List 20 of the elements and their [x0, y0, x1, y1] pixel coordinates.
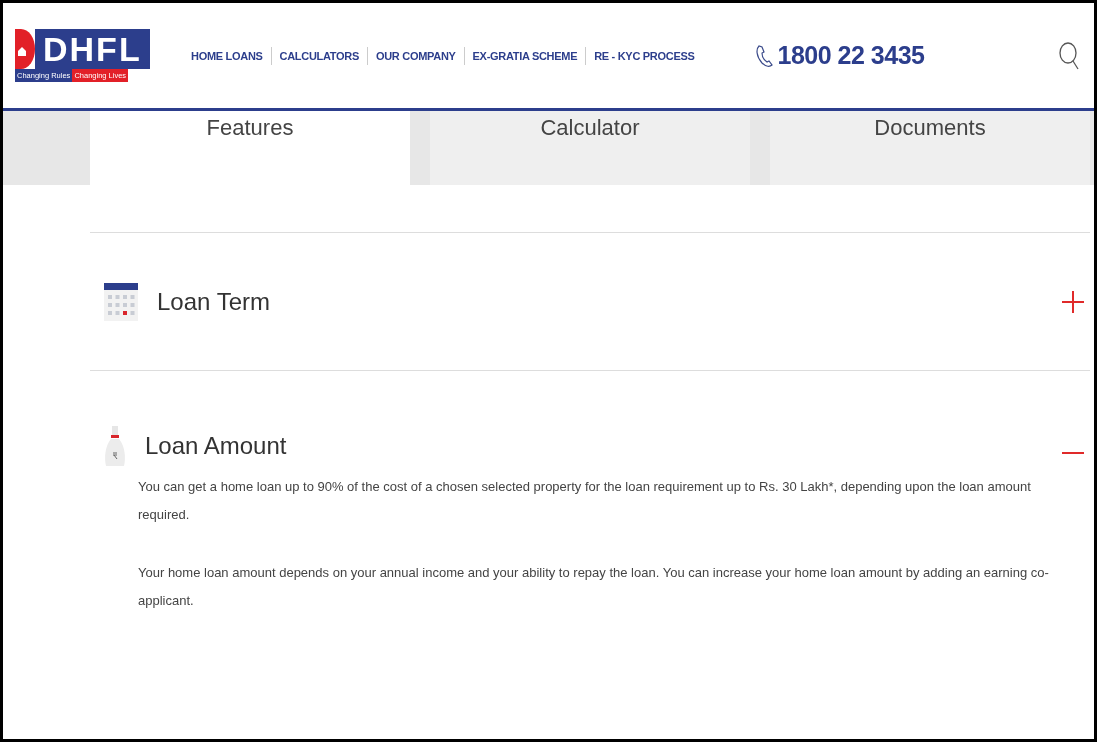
nav-link[interactable]: OUR COMPANY	[375, 49, 456, 62]
phone-number[interactable]: 1800 22 3435	[777, 41, 925, 70]
nav-link[interactable]: HOME LOANS	[191, 49, 263, 62]
tab[interactable]: Features	[90, 111, 410, 185]
accordion-title[interactable]: Loan Term	[157, 287, 270, 316]
accordion-title[interactable]: Loan Amount	[145, 432, 287, 460]
search-icon[interactable]	[1058, 41, 1080, 70]
house-icon	[15, 29, 35, 69]
phone-icon	[754, 43, 775, 68]
money-bag-icon	[103, 424, 127, 468]
paragraph: You can get a home loan up to 90% of the cost of a chosen selected property for the loan requirement up to Rs. 30 Lakh*, depending upon the loan amount required.	[138, 478, 1032, 524]
plus-icon[interactable]	[1062, 290, 1084, 313]
nav-link[interactable]: RE - KYC PROCESS	[594, 49, 695, 62]
tab[interactable]: Documents	[770, 111, 1090, 185]
paragraph: Your home loan amount depends on your annual income and your ability to repay the loan. You can increase your home loan amount by adding an earning co-applicant.	[138, 564, 1050, 610]
logo-wordmark: DHFL	[35, 29, 150, 69]
nav-link[interactable]: EX-GRATIA SCHEME	[472, 49, 578, 62]
tab[interactable]: Calculator	[430, 111, 750, 185]
calendar-icon	[103, 281, 139, 322]
nav-link[interactable]: CALCULATORS	[279, 49, 359, 62]
